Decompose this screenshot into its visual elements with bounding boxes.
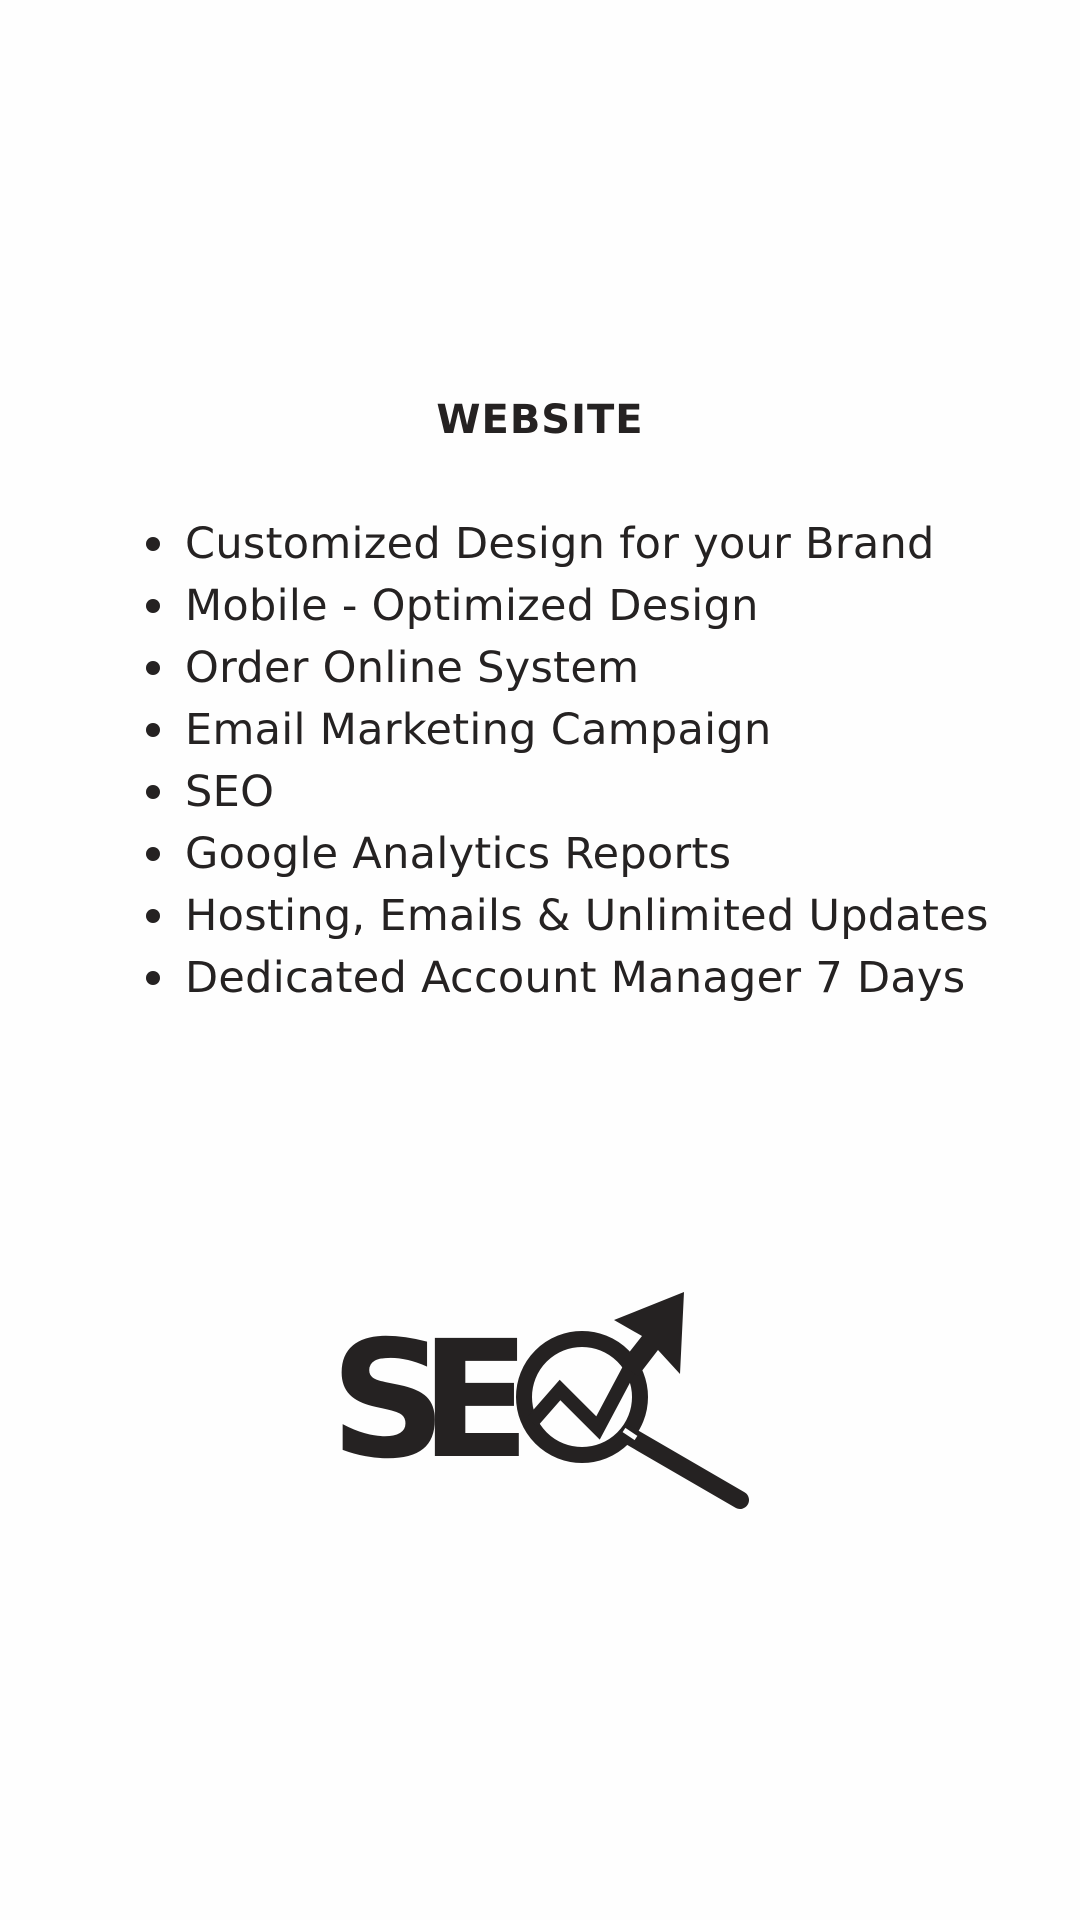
bullet-icon <box>146 785 160 799</box>
list-item: Hosting, Emails & Unlimited Updates <box>140 885 1040 947</box>
magnifier-handle-icon <box>619 1426 749 1509</box>
list-item-label: Email Marketing Campaign <box>185 705 772 755</box>
bullet-icon <box>146 537 160 551</box>
feature-list: Customized Design for your Brand Mobile … <box>140 513 1040 1009</box>
bullet-icon <box>146 971 160 985</box>
list-item-label: Google Analytics Reports <box>185 829 732 879</box>
list-item: SEO <box>140 761 1040 823</box>
list-item: Google Analytics Reports <box>140 823 1040 885</box>
growth-arrow-icon <box>614 1292 684 1376</box>
list-item-label: SEO <box>185 767 275 817</box>
bullet-icon <box>146 909 160 923</box>
list-item: Email Marketing Campaign <box>140 699 1040 761</box>
page-title: WEBSITE <box>436 397 644 443</box>
list-item: Order Online System <box>140 637 1040 699</box>
seo-logo: S E <box>330 1292 749 1509</box>
list-item-label: Order Online System <box>185 643 640 693</box>
list-item: Mobile - Optimized Design <box>140 575 1040 637</box>
bullet-icon <box>146 847 160 861</box>
list-item: Customized Design for your Brand <box>140 513 1040 575</box>
bullet-icon <box>146 661 160 675</box>
list-item-label: Customized Design for your Brand <box>185 519 935 569</box>
seo-logo-e-letter: E <box>420 1307 531 1495</box>
list-item-label: Hosting, Emails & Unlimited Updates <box>185 891 989 941</box>
list-item-label: Dedicated Account Manager 7 Days <box>185 953 966 1003</box>
list-item: Dedicated Account Manager 7 Days <box>140 947 1040 1009</box>
bullet-icon <box>146 599 160 613</box>
list-item-label: Mobile - Optimized Design <box>185 581 759 631</box>
growth-trend-icon <box>526 1360 639 1440</box>
bullet-icon <box>146 723 160 737</box>
